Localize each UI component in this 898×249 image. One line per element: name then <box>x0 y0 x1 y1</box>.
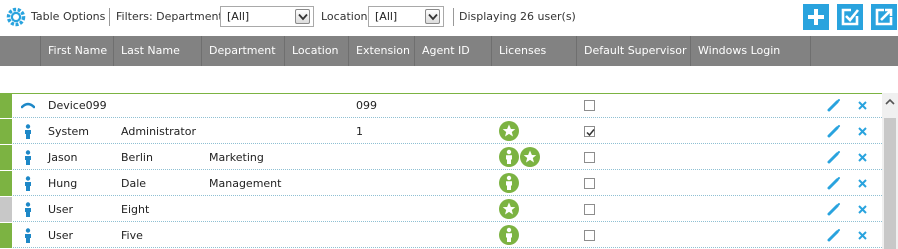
first-name-cell: Hung <box>48 177 78 190</box>
location-label: Location <box>321 10 368 23</box>
user-icon <box>25 150 31 165</box>
default-supervisor-checkbox[interactable] <box>584 152 595 163</box>
column-header-licenses[interactable]: Licenses <box>492 36 577 66</box>
location-select-value: [All] <box>375 10 398 23</box>
gear-icon <box>6 7 26 27</box>
export-icon <box>875 8 893 26</box>
chevron-down-icon[interactable] <box>295 9 310 24</box>
row-highlight <box>12 93 882 94</box>
supervisor-license-star-icon <box>499 199 519 219</box>
location-select[interactable]: [All] <box>368 6 444 27</box>
displaying-count: Displaying 26 user(s) <box>459 10 576 23</box>
export-button[interactable] <box>871 4 897 30</box>
phone-icon <box>21 102 35 109</box>
column-header-first-name[interactable]: First Name <box>41 36 114 66</box>
first-name-cell: Jason <box>48 151 78 164</box>
department-select[interactable]: [All] <box>220 6 314 27</box>
column-header-default-supervisor[interactable]: Default Supervisor <box>577 36 691 66</box>
user-icon <box>25 124 31 139</box>
user-icon <box>25 228 31 243</box>
last-name-cell: Five <box>121 229 143 242</box>
default-supervisor-checkbox[interactable] <box>584 100 595 111</box>
row-accent <box>0 145 12 170</box>
column-header-actions <box>811 36 898 66</box>
agent-license-person-icon <box>499 173 519 193</box>
user-icon <box>25 176 31 191</box>
agent-license-person-icon <box>499 147 519 167</box>
delete-icon[interactable] <box>858 153 867 162</box>
edit-selected-button[interactable] <box>837 4 863 30</box>
last-name-cell: Eight <box>121 203 150 216</box>
first-name-cell: User <box>48 229 74 242</box>
default-supervisor-checkbox[interactable] <box>584 230 595 241</box>
last-name-cell: Dale <box>121 177 147 190</box>
edit-check-icon <box>841 8 860 26</box>
edit-pencil-icon[interactable] <box>826 123 842 139</box>
last-name-cell: Berlin <box>121 151 153 164</box>
first-name-cell: System <box>48 125 90 138</box>
delete-icon[interactable] <box>858 179 867 188</box>
table-row[interactable]: User Five <box>0 223 882 248</box>
chevron-down-icon[interactable] <box>425 9 440 24</box>
toolbar-divider <box>453 8 454 26</box>
toolbar-divider <box>109 8 110 26</box>
extension-cell: 099 <box>356 99 377 112</box>
table-row[interactable]: User Eight <box>0 197 882 222</box>
add-user-button[interactable] <box>803 4 829 30</box>
extension-cell: 1 <box>356 125 363 138</box>
delete-icon[interactable] <box>858 101 867 110</box>
department-cell: Marketing <box>209 151 264 164</box>
edit-pencil-icon[interactable] <box>826 175 842 191</box>
toolbar: Table Options Filters: Department [All] … <box>0 0 898 35</box>
row-accent <box>0 93 12 118</box>
column-header-type <box>0 36 41 66</box>
user-icon <box>25 202 31 217</box>
delete-icon[interactable] <box>858 205 867 214</box>
default-supervisor-checkbox[interactable] <box>584 204 595 215</box>
first-name-cell: User <box>48 203 74 216</box>
agent-license-person-icon <box>499 225 519 245</box>
table-row[interactable]: System Administrator 1 <box>0 119 882 144</box>
filters-department-label: Filters: Department <box>116 10 223 23</box>
default-supervisor-checkbox[interactable] <box>584 126 595 137</box>
table-row[interactable]: Hung Dale Management <box>0 171 882 196</box>
row-accent <box>0 119 12 144</box>
table-row[interactable]: Device099 099 <box>0 93 882 118</box>
column-header-agent-id[interactable]: Agent ID <box>415 36 492 66</box>
table-options-label[interactable]: Table Options <box>31 10 105 23</box>
supervisor-license-star-icon <box>520 147 540 167</box>
department-select-value: [All] <box>227 10 250 23</box>
vertical-scrollbar[interactable] <box>882 93 898 249</box>
delete-icon[interactable] <box>858 231 867 240</box>
first-name-cell: Device099 <box>48 99 107 112</box>
column-header-department[interactable]: Department <box>202 36 285 66</box>
edit-pencil-icon[interactable] <box>826 97 842 113</box>
scrollbar-thumb[interactable] <box>884 118 896 249</box>
supervisor-license-star-icon <box>499 121 519 141</box>
column-header-last-name[interactable]: Last Name <box>114 36 202 66</box>
edit-pencil-icon[interactable] <box>826 227 842 243</box>
edit-pencil-icon[interactable] <box>826 201 842 217</box>
default-supervisor-checkbox[interactable] <box>584 178 595 189</box>
delete-icon[interactable] <box>858 127 867 136</box>
column-header-location[interactable]: Location <box>285 36 349 66</box>
column-header-windows-login[interactable]: Windows Login <box>691 36 811 66</box>
department-cell: Management <box>209 177 282 190</box>
table-header: First Name Last Name Department Location… <box>0 36 898 66</box>
scroll-up-arrow-icon[interactable] <box>884 96 896 108</box>
last-name-cell: Administrator <box>121 125 196 138</box>
row-accent <box>0 223 12 248</box>
add-icon <box>808 9 824 25</box>
edit-pencil-icon[interactable] <box>826 149 842 165</box>
table-row[interactable]: Jason Berlin Marketing <box>0 145 882 170</box>
row-accent <box>0 197 12 222</box>
column-header-extension[interactable]: Extension <box>349 36 415 66</box>
row-accent <box>0 171 12 196</box>
